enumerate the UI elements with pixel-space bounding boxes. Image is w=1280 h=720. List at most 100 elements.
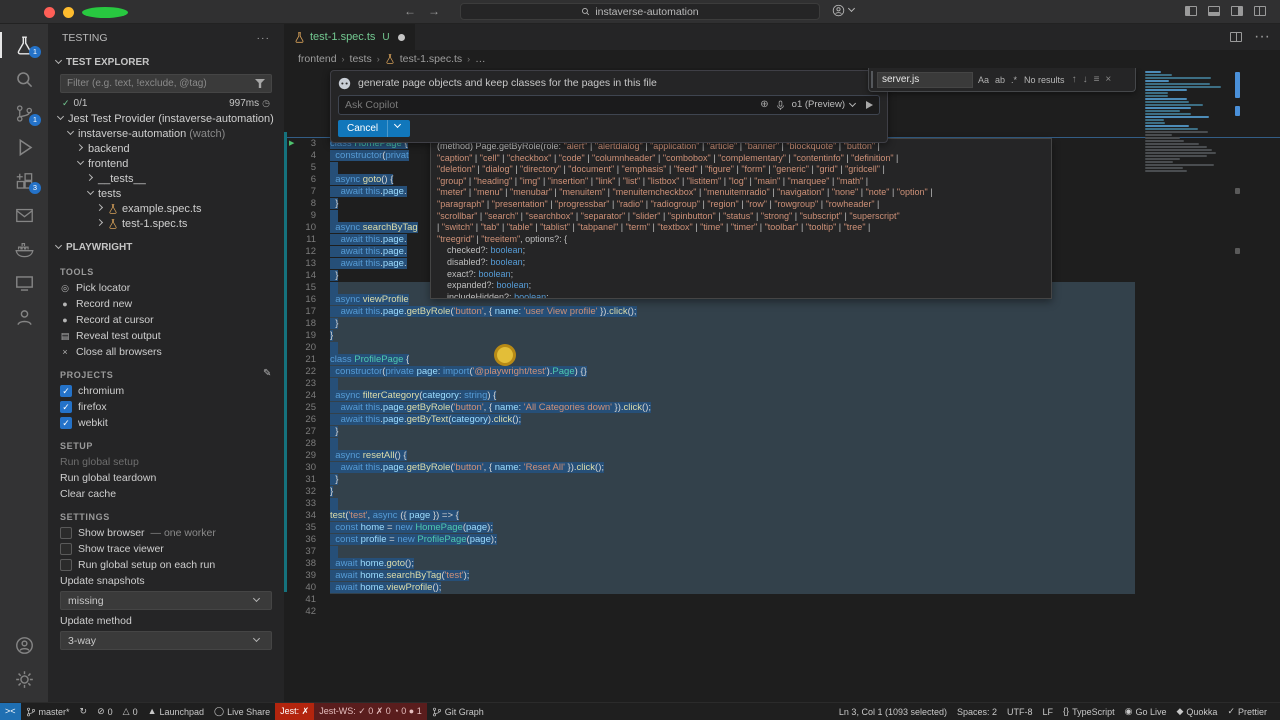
status-language-mode[interactable]: {} TypeScript	[1058, 703, 1120, 720]
customize-layout-icon[interactable]	[1254, 6, 1266, 16]
item-update-snapshots[interactable]: Update snapshots	[48, 573, 284, 589]
status-live-share[interactable]: ◯ Live Share	[209, 703, 275, 720]
item-reveal-test-output[interactable]: ▤ Reveal test output	[48, 328, 284, 344]
activity-item-accounts[interactable]	[0, 628, 48, 662]
status-jest-status[interactable]: Jest: ✗	[275, 703, 315, 720]
checkbox[interactable]: ✓	[60, 417, 72, 429]
tree-item-backend[interactable]: backend	[48, 141, 284, 156]
checkbox[interactable]	[60, 543, 72, 555]
minimize-window-button[interactable]	[63, 7, 74, 18]
item-webkit[interactable]: ✓ webkit	[48, 415, 284, 431]
minimap[interactable]	[1140, 68, 1232, 348]
status-git-graph[interactable]: Git Graph	[427, 703, 489, 720]
next-match-icon[interactable]: ↓	[1082, 74, 1089, 86]
copilot-input[interactable]	[345, 99, 755, 111]
cancel-button[interactable]: Cancel	[338, 120, 411, 137]
activity-item-docker[interactable]	[0, 232, 48, 266]
send-icon[interactable]	[866, 101, 873, 109]
editor-more-actions-icon[interactable]: ···	[1254, 28, 1270, 46]
tree-item-tests[interactable]: tests	[48, 186, 284, 201]
status-go-live[interactable]: ◉ Go Live	[1120, 703, 1172, 720]
forward-icon[interactable]: →	[428, 4, 440, 18]
microphone-icon[interactable]	[775, 100, 786, 111]
breadcrumb-item-[interactable]: …	[475, 53, 486, 65]
find-in-selection-icon[interactable]: ≡	[1093, 74, 1101, 86]
breadcrumb-item-tests[interactable]: tests	[350, 53, 372, 65]
status-jest-ws-status[interactable]: Jest-WS: ✓ 0 ✗ 0 ◔ 0 ● 1	[314, 703, 427, 720]
section-playwright[interactable]: PLAYWRIGHT	[48, 237, 284, 257]
checkbox[interactable]: ✓	[60, 401, 72, 413]
item-chromium[interactable]: ✓ chromium	[48, 383, 284, 399]
item-record-at-cursor[interactable]: ● Record at cursor	[48, 312, 284, 328]
activity-item-source-control[interactable]: 1	[0, 96, 48, 130]
previous-match-icon[interactable]: ↑	[1071, 74, 1078, 86]
test-filter-input[interactable]	[67, 78, 255, 89]
whole-word-icon[interactable]: ab	[994, 74, 1006, 86]
section-test-explorer[interactable]: TEST EXPLORER	[48, 52, 284, 72]
breadcrumb-item-test-1-spec-ts[interactable]: test-1.spec.ts	[400, 53, 462, 65]
code-editor[interactable]: 3 ▶ class HomePage {4 constructor(privat 5 6…	[284, 68, 1280, 702]
tree-item-frontend[interactable]: frontend	[48, 156, 284, 171]
item-pick-locator[interactable]: ◎ Pick locator	[48, 280, 284, 296]
account-menu[interactable]	[832, 4, 859, 17]
item-run-global-setup-on-each-run[interactable]: Run global setup on each run	[48, 557, 284, 573]
item-run-global-teardown[interactable]: Run global teardown	[48, 470, 284, 486]
activity-item-testing[interactable]: 1	[0, 28, 48, 62]
checkbox[interactable]	[60, 559, 72, 571]
status-git-branch[interactable]: master*	[21, 703, 75, 720]
checkbox[interactable]	[60, 527, 72, 539]
select-missing[interactable]: missing	[60, 591, 272, 610]
tree-item-tests[interactable]: __tests__	[48, 171, 284, 186]
match-case-icon[interactable]: Aa	[977, 74, 990, 86]
select-3-way[interactable]: 3-way	[60, 631, 272, 650]
edit-icon[interactable]: ✎	[263, 368, 272, 379]
unsaved-dot-icon[interactable]	[397, 33, 405, 41]
status-sync[interactable]: ↻	[75, 703, 93, 720]
tab-test-1-spec[interactable]: test-1.spec.ts U	[284, 24, 415, 50]
status-launchpad[interactable]: ▲ Launchpad	[143, 703, 209, 720]
split-editor-icon[interactable]	[1230, 32, 1243, 42]
item-clear-cache[interactable]: Clear cache	[48, 486, 284, 502]
checkbox[interactable]: ✓	[60, 385, 72, 397]
command-center[interactable]: instaverse-automation	[460, 3, 820, 20]
toggle-secondary-sidebar-icon[interactable]	[1231, 6, 1243, 16]
model-picker[interactable]: o1 (Preview)	[792, 99, 860, 111]
item-show-trace-viewer[interactable]: Show trace viewer	[48, 541, 284, 557]
tree-item-example-spec-ts[interactable]: example.spec.ts	[48, 201, 284, 216]
status-errors[interactable]: ⊘ 0	[92, 703, 118, 720]
status-remote-indicator[interactable]: ><	[0, 703, 21, 720]
activity-item-mail[interactable]	[0, 198, 48, 232]
status-warnings[interactable]: △ 0	[118, 703, 143, 720]
regex-icon[interactable]: .*	[1010, 74, 1018, 86]
back-icon[interactable]: ←	[404, 4, 416, 18]
activity-item-remote-explorer[interactable]	[0, 266, 48, 300]
filter-icon[interactable]	[255, 79, 265, 88]
activity-item-live-share[interactable]	[0, 300, 48, 334]
item-record-new[interactable]: ● Record new	[48, 296, 284, 312]
status-encoding[interactable]: UTF-8	[1002, 703, 1038, 720]
close-window-button[interactable]	[44, 7, 55, 18]
status-cursor-position[interactable]: Ln 3, Col 1 (1093 selected)	[834, 703, 952, 720]
activity-item-search[interactable]	[0, 62, 48, 96]
run-test-icon[interactable]: ▶	[289, 138, 294, 150]
activity-item-extensions[interactable]: 3	[0, 164, 48, 198]
item-firefox[interactable]: ✓ firefox	[48, 399, 284, 415]
toggle-panel-icon[interactable]	[1208, 6, 1220, 16]
status-eol[interactable]: LF	[1038, 703, 1059, 720]
status-indentation[interactable]: Spaces: 2	[952, 703, 1002, 720]
item-show-browser[interactable]: Show browser — one worker	[48, 525, 284, 541]
breadcrumb-item-frontend[interactable]: frontend	[298, 53, 337, 65]
zoom-window-button[interactable]	[82, 7, 128, 18]
close-icon[interactable]: ×	[1104, 74, 1112, 86]
item-update-method[interactable]: Update method	[48, 613, 284, 629]
status-quokka[interactable]: ◆ Quokka	[1171, 703, 1222, 720]
tree-item-instaverse-automation[interactable]: instaverse-automation (watch)	[48, 126, 284, 141]
tree-item-jest-test-provider-instaverse-automation[interactable]: Jest Test Provider (instaverse-automatio…	[48, 111, 284, 126]
activity-item-run-debug[interactable]	[0, 130, 48, 164]
tree-item-test-1-spec-ts[interactable]: test-1.spec.ts	[48, 216, 284, 231]
overview-ruler[interactable]	[1234, 68, 1242, 702]
more-actions-icon[interactable]: ···	[257, 32, 271, 44]
status-prettier[interactable]: ✓ Prettier	[1222, 703, 1272, 720]
activity-item-settings[interactable]	[0, 662, 48, 696]
toggle-sidebar-icon[interactable]	[1185, 6, 1197, 16]
